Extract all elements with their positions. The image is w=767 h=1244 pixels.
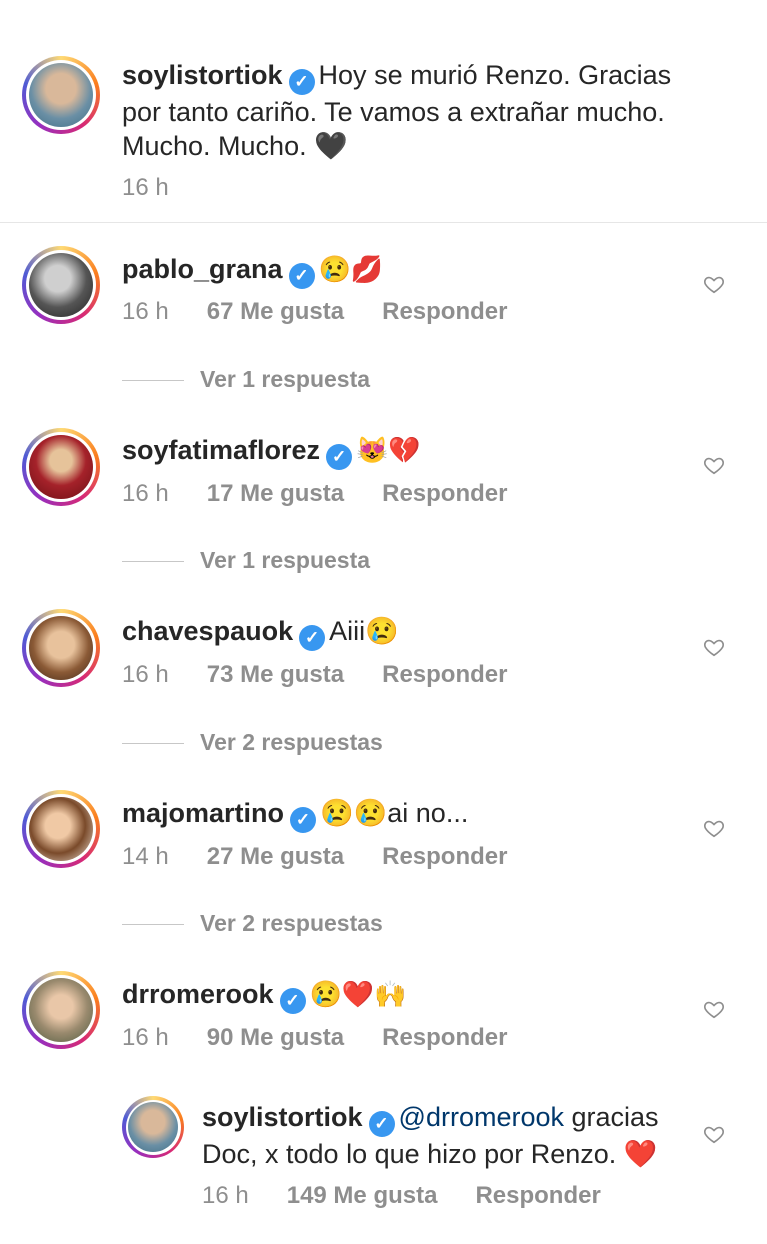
post-author-username[interactable]: soylistortiok	[122, 60, 283, 90]
comment-body: 😢😢ai no...	[320, 798, 469, 828]
view-replies-button[interactable]: Ver 2 respuestas	[122, 910, 383, 937]
verified-badge-icon: ✓	[288, 69, 315, 95]
reply-body-line-2: Doc, x todo lo que hizo por Renzo. ❤️	[202, 1139, 658, 1169]
reply-body-line-1: gracias	[564, 1102, 659, 1132]
comment-meta: 16 h 17 Me gusta Responder	[122, 480, 545, 508]
view-replies-button[interactable]: Ver 2 respuestas	[122, 729, 383, 756]
heart-outline-icon[interactable]	[703, 273, 725, 295]
comment-avatar[interactable]	[22, 609, 100, 687]
mention-link[interactable]: @drromerook	[399, 1102, 564, 1132]
comment-body: 😢❤️🙌	[309, 979, 407, 1009]
reply-button[interactable]: Responder	[475, 1182, 600, 1209]
comment-body: Aiii😢	[329, 616, 399, 646]
comment-time: 14 h	[122, 843, 169, 870]
verified-badge-icon: ✓	[299, 625, 326, 651]
reply-avatar[interactable]	[122, 1096, 184, 1158]
comment-meta: 16 h 67 Me gusta Responder	[122, 298, 545, 326]
comment-avatar[interactable]	[22, 246, 100, 324]
comment-username[interactable]: drromerook	[122, 979, 274, 1009]
verified-badge-icon: ✓	[290, 807, 317, 833]
heart-outline-icon[interactable]	[703, 1123, 725, 1145]
reply-button[interactable]: Responder	[382, 843, 507, 870]
comment-avatar[interactable]	[22, 428, 100, 506]
reply-button[interactable]: Responder	[382, 1024, 507, 1051]
post-author-avatar[interactable]	[22, 56, 100, 134]
reply-time: 16 h	[202, 1182, 249, 1209]
comment-text: pablo_grana ✓ 😢💋	[122, 252, 383, 289]
comment-meta: 14 h 27 Me gusta Responder	[122, 843, 545, 871]
comment-avatar[interactable]	[22, 971, 100, 1049]
post-caption-line-1: Hoy se murió Renzo. Gracias	[318, 60, 672, 90]
comment-time: 16 h	[122, 1024, 169, 1051]
heart-outline-icon[interactable]	[703, 636, 725, 658]
comment-likes[interactable]: 67 Me gusta	[207, 298, 344, 325]
comment-likes[interactable]: 73 Me gusta	[207, 661, 344, 688]
view-replies-label: Ver 1 respuesta	[200, 366, 371, 392]
heart-outline-icon[interactable]	[703, 454, 725, 476]
view-replies-button[interactable]: Ver 1 respuesta	[122, 366, 370, 393]
view-replies-line	[122, 924, 184, 926]
verified-badge-icon: ✓	[279, 988, 306, 1014]
comment-text: drromerook ✓ 😢❤️🙌	[122, 977, 407, 1014]
heart-outline-icon[interactable]	[703, 998, 725, 1020]
comment-body: 😢💋	[318, 254, 384, 284]
comment-body: 😻💔	[356, 435, 421, 465]
view-replies-button[interactable]: Ver 1 respuesta	[122, 547, 370, 574]
post-caption: soylistortiok ✓ Hoy se murió Renzo. Gracia…	[122, 58, 742, 163]
comment-username[interactable]: pablo_grana	[122, 254, 283, 284]
comment-likes[interactable]: 90 Me gusta	[207, 1024, 344, 1051]
reply-text: soylistortiok ✓ @drromerook gracias Doc, x…	[202, 1100, 682, 1171]
comment-text: majomartino ✓ 😢😢ai no...	[122, 796, 468, 833]
comment-time: 16 h	[122, 480, 169, 507]
comment-username[interactable]: chavespauok	[122, 616, 293, 646]
view-replies-label: Ver 2 respuestas	[200, 729, 383, 755]
comment-username[interactable]: soyfatimaflorez	[122, 435, 320, 465]
comment-meta: 16 h 90 Me gusta Responder	[122, 1024, 545, 1052]
view-replies-label: Ver 1 respuesta	[200, 547, 371, 573]
verified-badge-icon: ✓	[288, 263, 315, 289]
reply-likes[interactable]: 149 Me gusta	[287, 1182, 438, 1209]
post-caption-line-3: Mucho. Mucho. 🖤	[122, 131, 348, 161]
comment-username[interactable]: majomartino	[122, 798, 284, 828]
reply-button[interactable]: Responder	[382, 480, 507, 507]
comment-text: chavespauok ✓ Aiii😢	[122, 614, 399, 651]
comment-likes[interactable]: 27 Me gusta	[207, 843, 344, 870]
reply-meta: 16 h 149 Me gusta Responder	[202, 1182, 639, 1210]
comment-time: 16 h	[122, 298, 169, 325]
view-replies-label: Ver 2 respuestas	[200, 910, 383, 936]
view-replies-line	[122, 743, 184, 745]
comment-time: 16 h	[122, 661, 169, 688]
heart-outline-icon[interactable]	[703, 817, 725, 839]
post-caption-line-2: por tanto cariño. Te vamos a extrañar mu…	[122, 97, 665, 127]
comment-likes[interactable]: 17 Me gusta	[207, 480, 344, 507]
view-replies-line	[122, 380, 184, 382]
comment-avatar[interactable]	[22, 790, 100, 868]
view-replies-line	[122, 561, 184, 563]
comment-text: soyfatimaflorez ✓ 😻💔	[122, 433, 421, 470]
reply-button[interactable]: Responder	[382, 298, 507, 325]
verified-badge-icon: ✓	[326, 444, 353, 470]
post-time: 16 h	[122, 174, 169, 201]
reply-button[interactable]: Responder	[382, 661, 507, 688]
verified-badge-icon: ✓	[368, 1111, 395, 1137]
reply-username[interactable]: soylistortiok	[202, 1102, 363, 1132]
divider	[0, 222, 767, 223]
comment-meta: 16 h 73 Me gusta Responder	[122, 661, 545, 689]
post-meta: 16 h	[122, 174, 207, 202]
